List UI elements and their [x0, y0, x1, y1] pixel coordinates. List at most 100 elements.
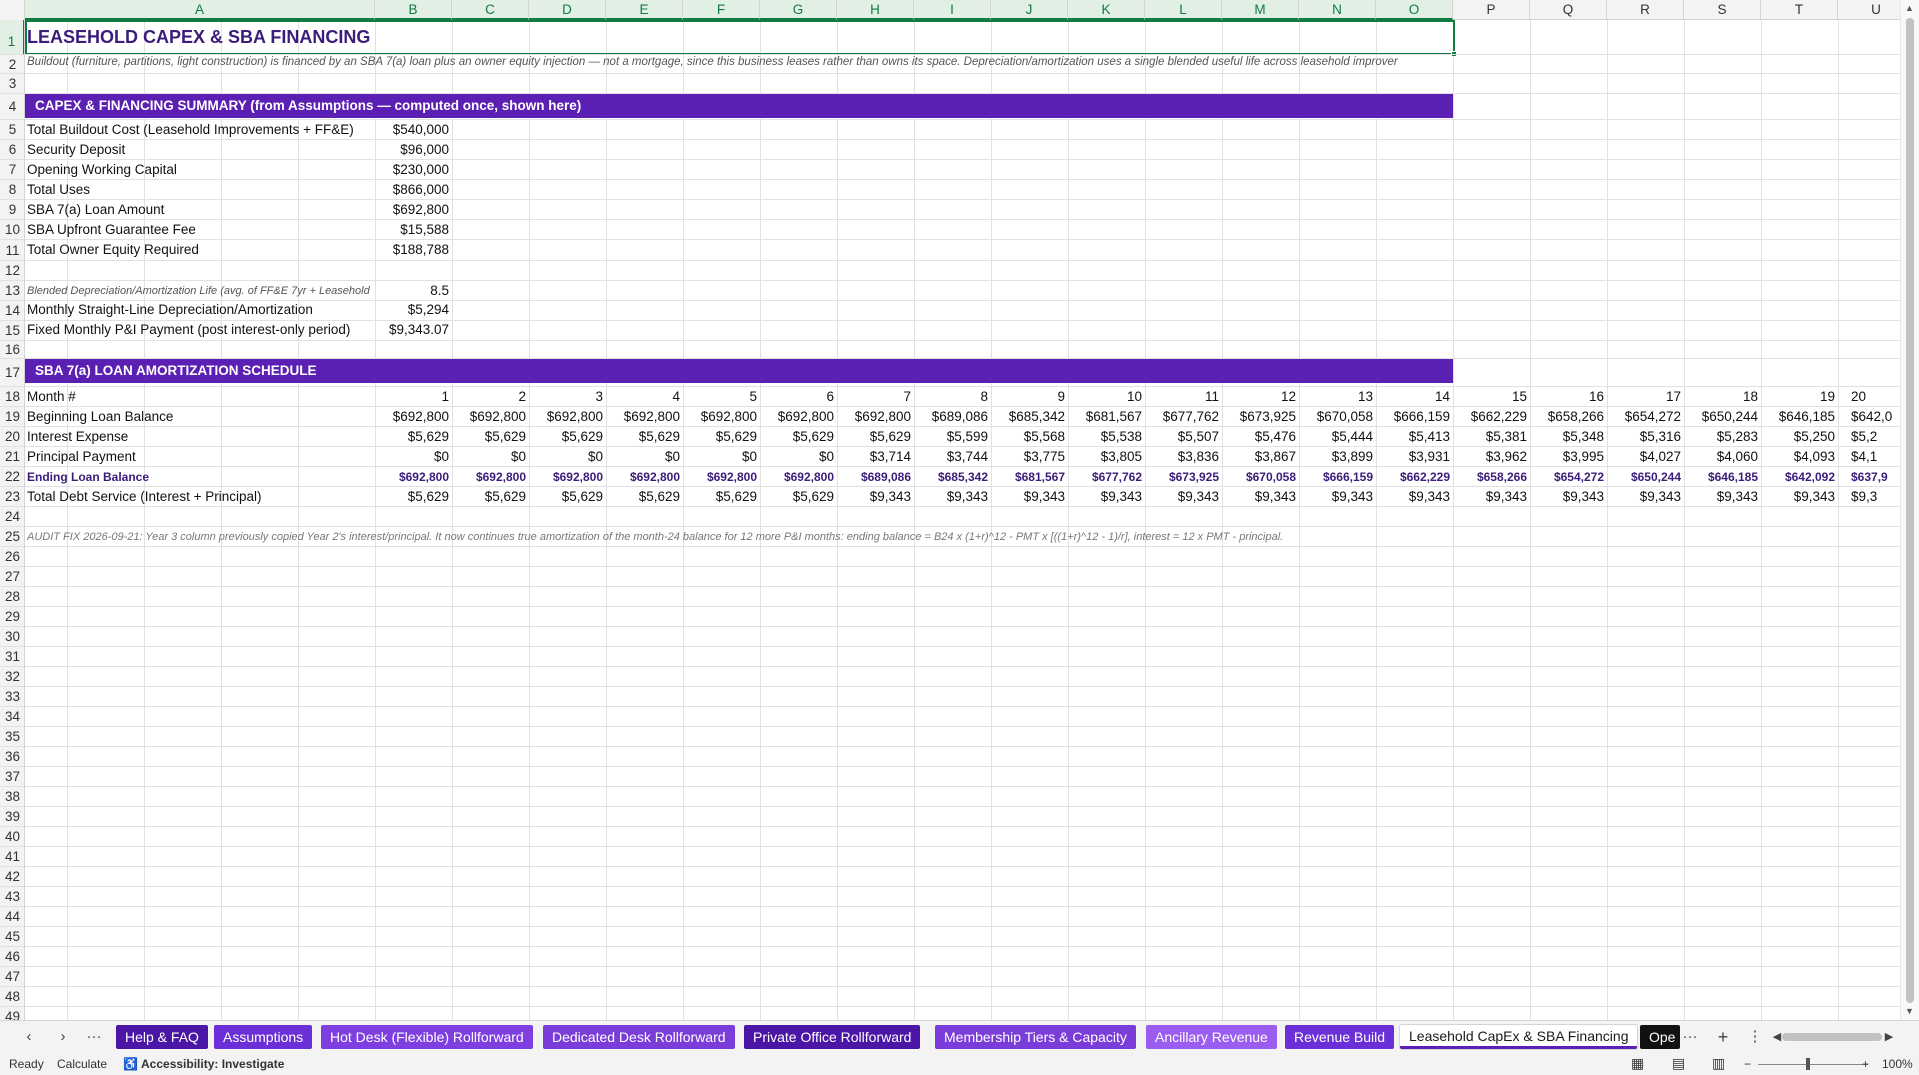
amortization-cell[interactable]: $5,250: [1761, 427, 1838, 447]
amortization-cell[interactable]: $5,444: [1299, 427, 1376, 447]
sheet-tab[interactable]: Revenue Build: [1285, 1025, 1395, 1049]
amortization-cell[interactable]: 13: [1299, 387, 1376, 407]
amortization-cell[interactable]: $692,800: [760, 407, 837, 427]
amortization-cell[interactable]: $9,343: [1530, 487, 1607, 507]
amortization-cell[interactable]: $692,800: [375, 467, 452, 487]
amortization-cell[interactable]: $5,507: [1145, 427, 1222, 447]
amortization-cell[interactable]: $9,3: [1838, 487, 1900, 507]
amortization-cell[interactable]: $5,629: [606, 487, 683, 507]
amortization-cell[interactable]: $0: [452, 447, 529, 467]
amortization-cell[interactable]: 15: [1453, 387, 1530, 407]
row-header[interactable]: 30: [0, 627, 24, 647]
amortization-cell[interactable]: $5,629: [606, 427, 683, 447]
amortization-cell[interactable]: $5,476: [1222, 427, 1299, 447]
column-header[interactable]: O: [1376, 0, 1453, 20]
amortization-cell[interactable]: $9,343: [1607, 487, 1684, 507]
row-header[interactable]: 38: [0, 787, 24, 807]
amortization-cell[interactable]: $3,805: [1068, 447, 1145, 467]
amortization-cell[interactable]: $0: [529, 447, 606, 467]
row-header[interactable]: 13: [0, 281, 24, 301]
summary-value[interactable]: $230,000: [375, 160, 452, 180]
amortization-cell[interactable]: $9,343: [991, 487, 1068, 507]
row-header[interactable]: 36: [0, 747, 24, 767]
summary-value[interactable]: $15,588: [375, 220, 452, 240]
status-calculate[interactable]: Calculate: [57, 1057, 107, 1071]
amortization-cell[interactable]: $5,316: [1607, 427, 1684, 447]
amortization-cell[interactable]: 19: [1761, 387, 1838, 407]
row-header[interactable]: 45: [0, 927, 24, 947]
amortization-cell[interactable]: $658,266: [1453, 467, 1530, 487]
summary-value[interactable]: $866,000: [375, 180, 452, 200]
amortization-cell[interactable]: $650,244: [1684, 407, 1761, 427]
prev-sheet-icon[interactable]: ‹: [18, 1027, 40, 1047]
amortization-cell[interactable]: $692,800: [452, 407, 529, 427]
sheet-tab[interactable]: Private Office Rollforward: [744, 1025, 921, 1049]
sheet-tab[interactable]: Leasehold CapEx & SBA Financing: [1400, 1025, 1638, 1049]
amortization-cell[interactable]: $692,800: [683, 467, 760, 487]
row-header[interactable]: 44: [0, 907, 24, 927]
amortization-cell[interactable]: $637,9: [1838, 467, 1900, 487]
selected-range-a1[interactable]: [25, 20, 1455, 55]
row-header[interactable]: 16: [0, 341, 24, 359]
summary-value[interactable]: $692,800: [375, 200, 452, 220]
amortization-cell[interactable]: $689,086: [914, 407, 991, 427]
zoom-level[interactable]: 100%: [1882, 1057, 1913, 1071]
row-header[interactable]: 27: [0, 567, 24, 587]
page-layout-icon[interactable]: ▤: [1672, 1055, 1685, 1072]
column-header[interactable]: P: [1453, 0, 1530, 20]
amortization-cell[interactable]: 4: [606, 387, 683, 407]
amortization-cell[interactable]: 3: [529, 387, 606, 407]
row-header[interactable]: 40: [0, 827, 24, 847]
amortization-cell[interactable]: $9,343: [1068, 487, 1145, 507]
column-header[interactable]: R: [1607, 0, 1684, 20]
zoom-slider-knob[interactable]: [1806, 1058, 1810, 1070]
amortization-cell[interactable]: $9,343: [1222, 487, 1299, 507]
amortization-cell[interactable]: $5,283: [1684, 427, 1761, 447]
amortization-cell[interactable]: $692,800: [529, 407, 606, 427]
amortization-cell[interactable]: $5,629: [375, 487, 452, 507]
amortization-cell[interactable]: $677,762: [1145, 407, 1222, 427]
next-sheet-icon[interactable]: ›: [52, 1027, 74, 1047]
scroll-down-icon[interactable]: ▼: [1905, 1006, 1914, 1016]
column-header[interactable]: A: [25, 0, 375, 20]
amortization-cell[interactable]: $3,836: [1145, 447, 1222, 467]
amortization-cell[interactable]: 8: [914, 387, 991, 407]
column-header[interactable]: S: [1684, 0, 1761, 20]
amortization-cell[interactable]: $5,629: [529, 427, 606, 447]
row-header[interactable]: 14: [0, 301, 24, 321]
amortization-cell[interactable]: $3,714: [837, 447, 914, 467]
column-header[interactable]: E: [606, 0, 683, 20]
amortization-cell[interactable]: $670,058: [1222, 467, 1299, 487]
amortization-cell[interactable]: $654,272: [1607, 407, 1684, 427]
amortization-cell[interactable]: 18: [1684, 387, 1761, 407]
amortization-cell[interactable]: $666,159: [1376, 407, 1453, 427]
column-header[interactable]: N: [1299, 0, 1376, 20]
amortization-cell[interactable]: $4,1: [1838, 447, 1900, 467]
row-header[interactable]: 23: [0, 487, 24, 507]
row-header[interactable]: 41: [0, 847, 24, 867]
amortization-cell[interactable]: 9: [991, 387, 1068, 407]
amortization-cell[interactable]: $5,413: [1376, 427, 1453, 447]
amortization-cell[interactable]: $670,058: [1299, 407, 1376, 427]
select-all-corner[interactable]: [0, 0, 25, 20]
column-header[interactable]: M: [1222, 0, 1299, 20]
amortization-cell[interactable]: $673,925: [1145, 467, 1222, 487]
row-header[interactable]: 32: [0, 667, 24, 687]
amortization-cell[interactable]: $3,775: [991, 447, 1068, 467]
amortization-cell[interactable]: $692,800: [529, 467, 606, 487]
row-header[interactable]: 19: [0, 407, 24, 427]
amortization-cell[interactable]: $5,629: [837, 427, 914, 447]
amortization-cell[interactable]: $5,629: [452, 487, 529, 507]
amortization-cell[interactable]: $692,800: [760, 467, 837, 487]
row-header[interactable]: 5: [0, 120, 24, 140]
row-header[interactable]: 18: [0, 387, 24, 407]
row-header[interactable]: 7: [0, 160, 24, 180]
add-sheet-icon[interactable]: +: [1712, 1027, 1734, 1047]
scroll-up-icon[interactable]: ▲: [1905, 3, 1914, 13]
row-header[interactable]: 34: [0, 707, 24, 727]
row-header[interactable]: 47: [0, 967, 24, 987]
amortization-cell[interactable]: $3,867: [1222, 447, 1299, 467]
page-break-icon[interactable]: ▥: [1712, 1055, 1725, 1072]
amortization-cell[interactable]: $5,629: [760, 427, 837, 447]
more-sheets-icon[interactable]: ···: [83, 1027, 105, 1047]
